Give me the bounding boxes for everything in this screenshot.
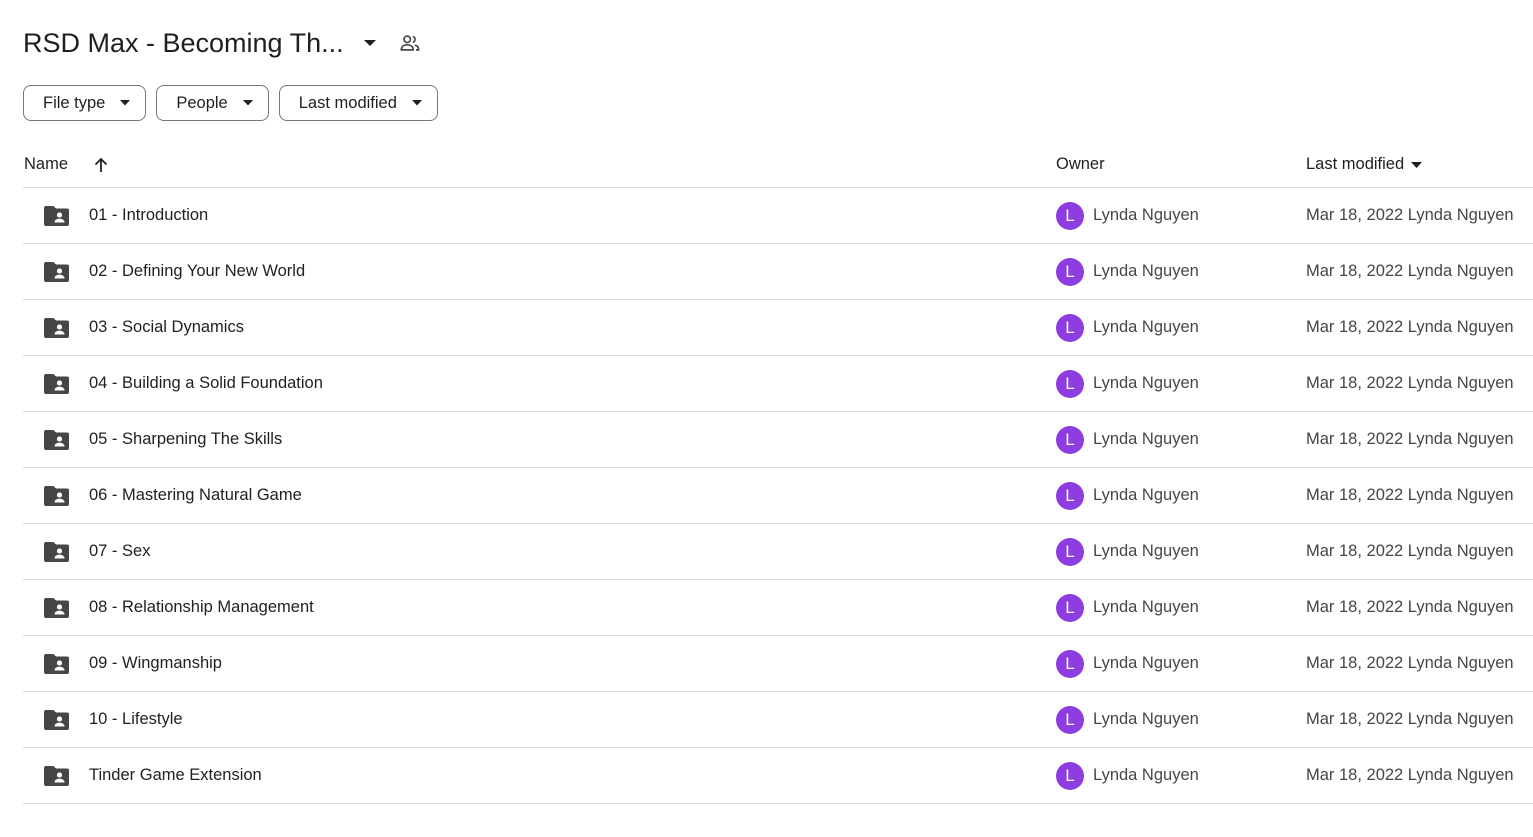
avatar: L	[1056, 202, 1084, 230]
owner-name: Lynda Nguyen	[1093, 262, 1199, 280]
owner-name: Lynda Nguyen	[1093, 486, 1199, 504]
avatar: L	[1056, 314, 1084, 342]
arrow-drop-down-icon	[1410, 159, 1422, 171]
owner-name: Lynda Nguyen	[1093, 430, 1199, 448]
shared-folder-icon	[44, 766, 69, 786]
shared-folder-icon	[44, 542, 69, 562]
owner-name: Lynda Nguyen	[1093, 598, 1199, 616]
column-label: Name	[24, 155, 69, 173]
folder-title-bar: RSD Max - Becoming Th...	[23, 22, 422, 64]
file-name[interactable]: 06 - Mastering Natural Game	[89, 486, 302, 505]
table-row[interactable]: 08 - Relationship Management L Lynda Ngu…	[23, 580, 1533, 636]
page-title[interactable]: RSD Max - Becoming Th...	[23, 28, 344, 59]
shared-folder-icon	[44, 710, 69, 730]
file-name[interactable]: 07 - Sex	[89, 542, 150, 561]
last-modified-value: Mar 18, 2022 Lynda Nguyen	[1306, 206, 1514, 224]
arrow-drop-down-icon	[119, 97, 131, 109]
table-row[interactable]: 02 - Defining Your New World L Lynda Ngu…	[23, 244, 1533, 300]
file-list-table: Name Owner Last modified 01 - Introducti…	[23, 140, 1533, 804]
shared-folder-icon	[44, 486, 69, 506]
shared-folder-icon	[44, 430, 69, 450]
shared-folder-icon	[44, 262, 69, 282]
chip-label: File type	[43, 93, 106, 112]
arrow-drop-down-icon	[242, 97, 254, 109]
column-label: Last modified	[1306, 155, 1405, 173]
people-filter-chip[interactable]: People	[156, 85, 269, 121]
avatar: L	[1056, 426, 1084, 454]
shared-folder-icon	[44, 654, 69, 674]
table-row[interactable]: 06 - Mastering Natural Game L Lynda Nguy…	[23, 468, 1533, 524]
people-icon[interactable]	[398, 31, 422, 55]
last-modified-value: Mar 18, 2022 Lynda Nguyen	[1306, 542, 1514, 560]
last-modified-value: Mar 18, 2022 Lynda Nguyen	[1306, 374, 1514, 392]
table-row[interactable]: 09 - Wingmanship L Lynda Nguyen Mar 18, …	[23, 636, 1533, 692]
avatar: L	[1056, 762, 1084, 790]
last-modified-filter-chip[interactable]: Last modified	[278, 85, 438, 121]
chip-label: People	[176, 93, 228, 112]
file-name[interactable]: 05 - Sharpening The Skills	[89, 430, 282, 449]
owner-name: Lynda Nguyen	[1093, 710, 1199, 728]
last-modified-value: Mar 18, 2022 Lynda Nguyen	[1306, 710, 1514, 728]
name-column-header[interactable]: Name	[24, 155, 110, 174]
file-name[interactable]: 09 - Wingmanship	[89, 654, 222, 673]
last-modified-value: Mar 18, 2022 Lynda Nguyen	[1306, 654, 1514, 672]
file-name[interactable]: 10 - Lifestyle	[89, 710, 183, 729]
avatar: L	[1056, 650, 1084, 678]
last-modified-column-header[interactable]: Last modified	[1306, 155, 1422, 174]
last-modified-value: Mar 18, 2022 Lynda Nguyen	[1306, 766, 1514, 784]
table-body: 01 - Introduction L Lynda Nguyen Mar 18,…	[23, 188, 1533, 804]
owner-name: Lynda Nguyen	[1093, 206, 1199, 224]
owner-name: Lynda Nguyen	[1093, 374, 1199, 392]
file-type-filter-chip[interactable]: File type	[23, 85, 147, 121]
shared-folder-icon	[44, 318, 69, 338]
owner-name: Lynda Nguyen	[1093, 654, 1199, 672]
table-row[interactable]: 04 - Building a Solid Foundation L Lynda…	[23, 356, 1533, 412]
filter-chips: File type People Last modified	[23, 85, 438, 121]
owner-name: Lynda Nguyen	[1093, 542, 1199, 560]
file-name[interactable]: 04 - Building a Solid Foundation	[89, 374, 323, 393]
last-modified-value: Mar 18, 2022 Lynda Nguyen	[1306, 486, 1514, 504]
last-modified-value: Mar 18, 2022 Lynda Nguyen	[1306, 598, 1514, 616]
last-modified-value: Mar 18, 2022 Lynda Nguyen	[1306, 430, 1514, 448]
avatar: L	[1056, 370, 1084, 398]
avatar: L	[1056, 482, 1084, 510]
avatar: L	[1056, 594, 1084, 622]
file-name[interactable]: 03 - Social Dynamics	[89, 318, 244, 337]
table-header: Name Owner Last modified	[23, 140, 1533, 188]
file-name[interactable]: 02 - Defining Your New World	[89, 262, 305, 281]
file-name[interactable]: 08 - Relationship Management	[89, 598, 314, 617]
avatar: L	[1056, 538, 1084, 566]
table-row[interactable]: 03 - Social Dynamics L Lynda Nguyen Mar …	[23, 300, 1533, 356]
table-row[interactable]: 10 - Lifestyle L Lynda Nguyen Mar 18, 20…	[23, 692, 1533, 748]
drive-folder-view: RSD Max - Becoming Th... File type Peopl…	[0, 0, 1533, 837]
chip-label: Last modified	[298, 93, 397, 112]
file-name[interactable]: Tinder Game Extension	[89, 766, 262, 785]
avatar: L	[1056, 258, 1084, 286]
table-row[interactable]: 01 - Introduction L Lynda Nguyen Mar 18,…	[23, 188, 1533, 244]
last-modified-value: Mar 18, 2022 Lynda Nguyen	[1306, 262, 1514, 280]
shared-folder-icon	[44, 206, 69, 226]
file-name[interactable]: 01 - Introduction	[89, 206, 208, 225]
owner-name: Lynda Nguyen	[1093, 318, 1199, 336]
arrow-upward-icon[interactable]	[92, 156, 110, 174]
table-row[interactable]: 05 - Sharpening The Skills L Lynda Nguye…	[23, 412, 1533, 468]
owner-column-header[interactable]: Owner	[1056, 155, 1105, 174]
arrow-drop-down-icon[interactable]	[360, 33, 380, 53]
last-modified-value: Mar 18, 2022 Lynda Nguyen	[1306, 318, 1514, 336]
avatar: L	[1056, 706, 1084, 734]
table-row[interactable]: 07 - Sex L Lynda Nguyen Mar 18, 2022 Lyn…	[23, 524, 1533, 580]
owner-name: Lynda Nguyen	[1093, 766, 1199, 784]
arrow-drop-down-icon	[411, 97, 423, 109]
table-row[interactable]: Tinder Game Extension L Lynda Nguyen Mar…	[23, 748, 1533, 804]
shared-folder-icon	[44, 374, 69, 394]
shared-folder-icon	[44, 598, 69, 618]
